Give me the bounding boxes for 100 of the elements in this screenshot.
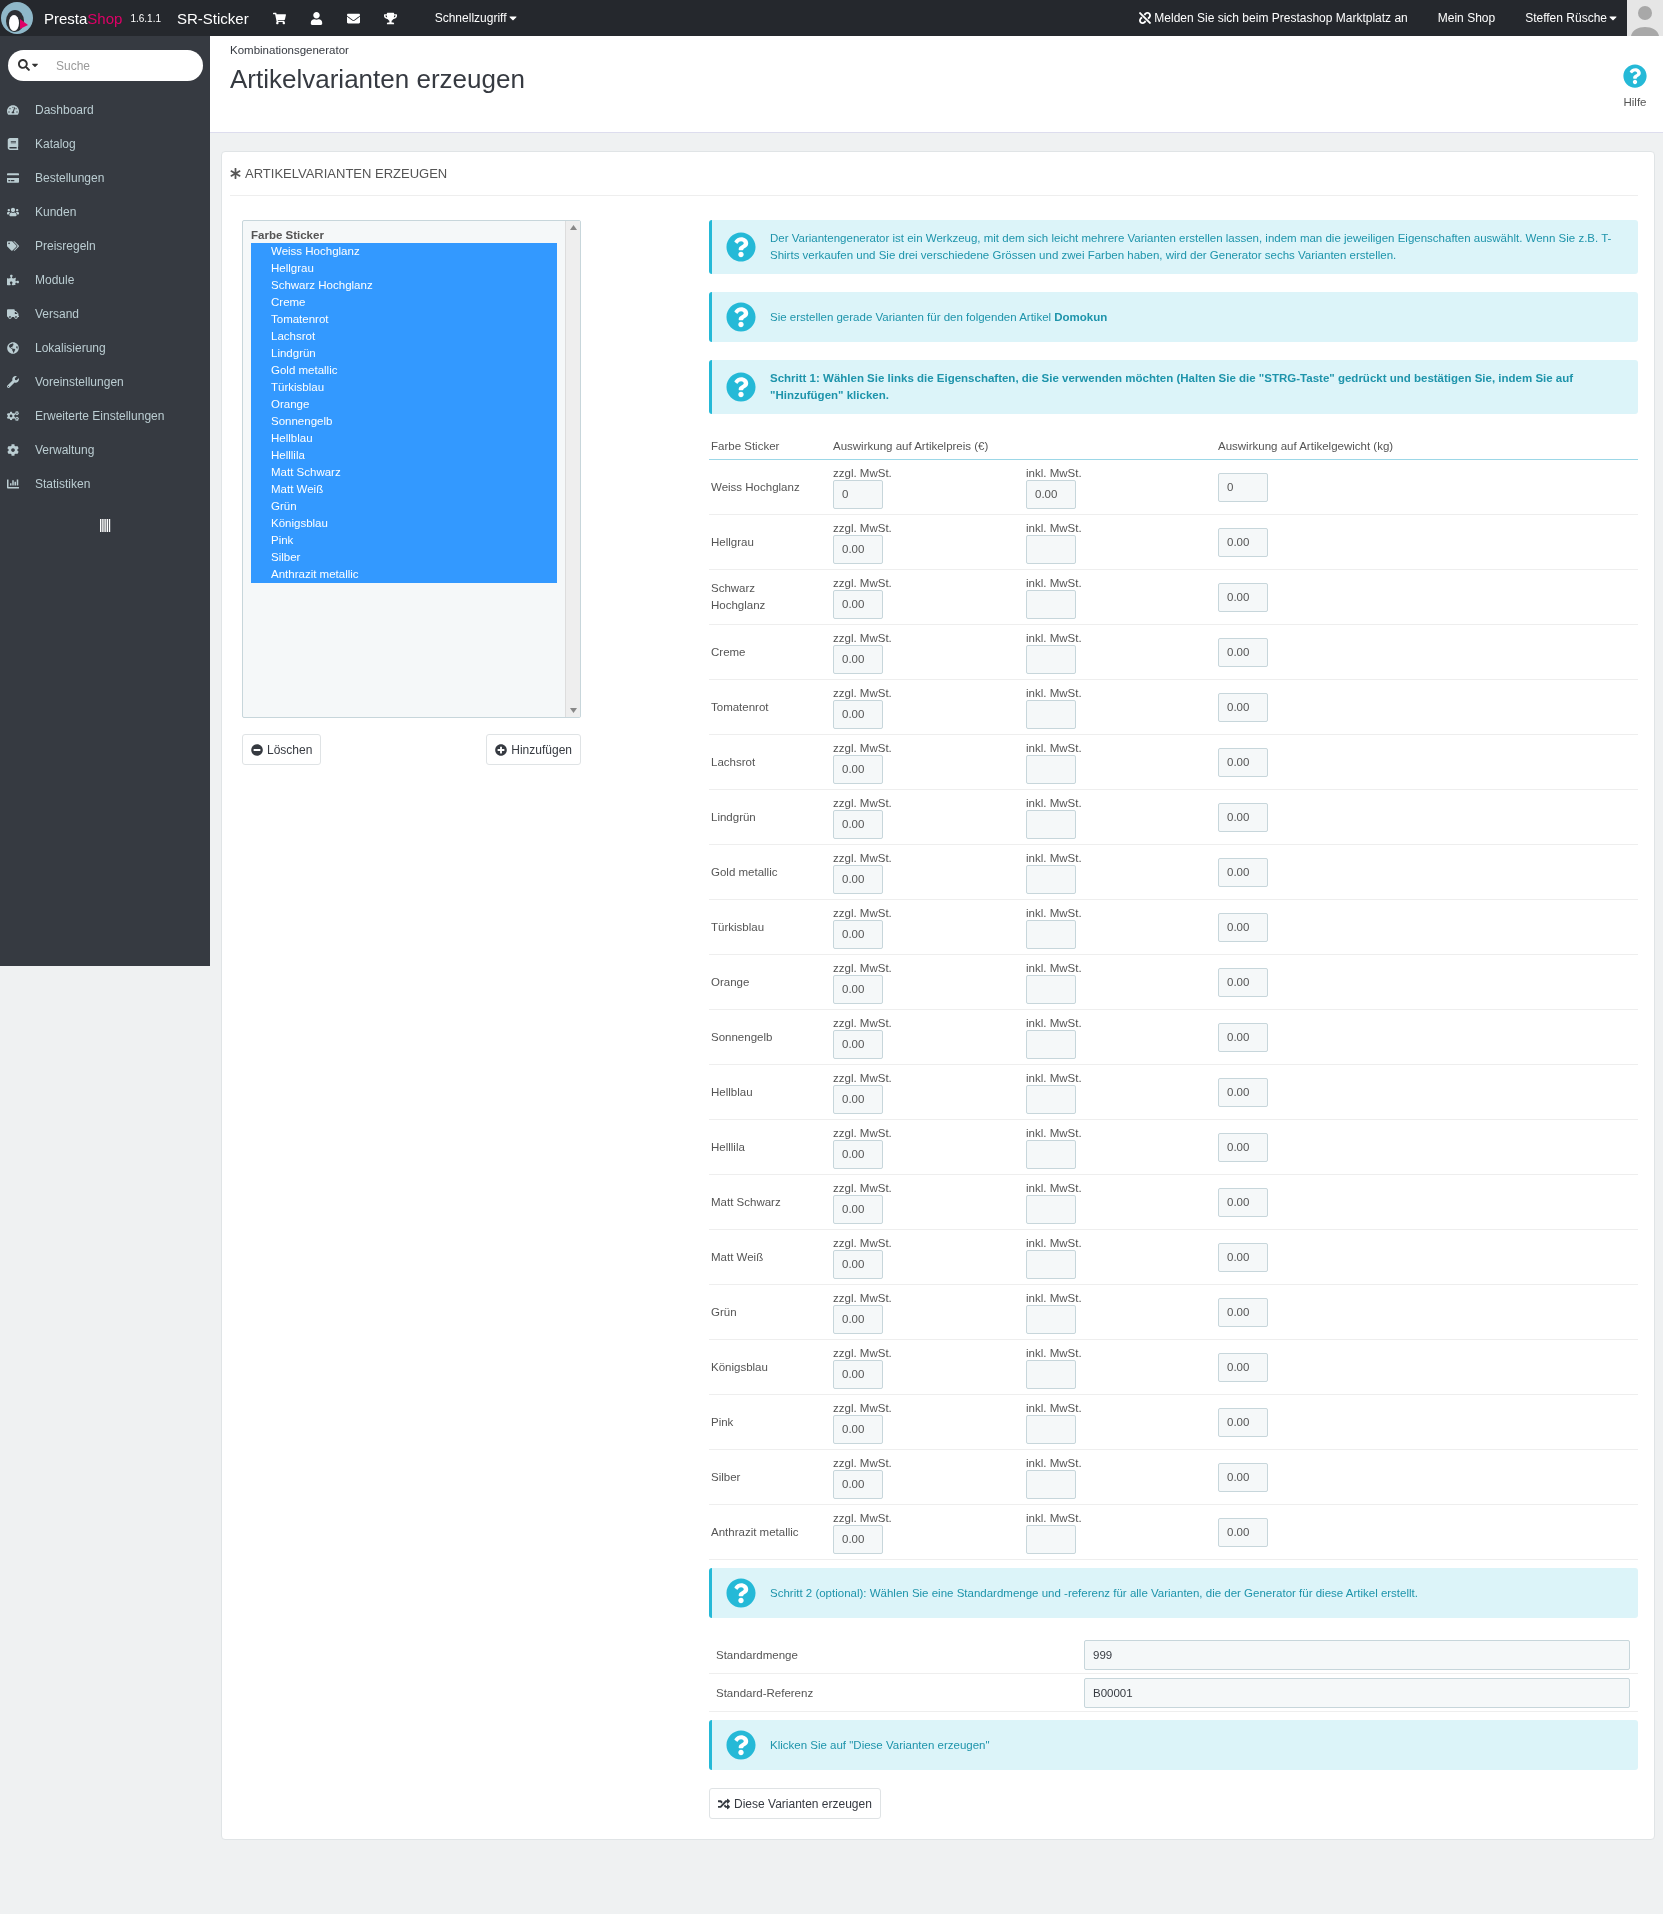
- user-icon[interactable]: [309, 11, 323, 25]
- sidebar-item[interactable]: Bestellungen: [0, 161, 210, 195]
- search-field[interactable]: Suche: [8, 50, 203, 81]
- logo-text[interactable]: PrestaShop: [44, 9, 123, 27]
- search-icon[interactable]: [18, 59, 30, 71]
- weight-input[interactable]: 0.00: [1218, 692, 1268, 722]
- weight-input[interactable]: 0.00: [1218, 1407, 1268, 1437]
- question-icon: [726, 1730, 756, 1760]
- breadcrumb[interactable]: Kombinationsgenerator: [230, 44, 525, 56]
- sidebar-item[interactable]: Katalog: [0, 127, 210, 161]
- price-incl-input[interactable]: [1026, 644, 1076, 674]
- sidebar-item[interactable]: Preisregeln: [0, 229, 210, 263]
- price-incl-input[interactable]: [1026, 864, 1076, 894]
- price-excl-input[interactable]: 0.00: [833, 534, 883, 564]
- price-excl-input[interactable]: 0.00: [833, 1359, 883, 1389]
- price-incl-input[interactable]: [1026, 919, 1076, 949]
- weight-input[interactable]: 0.00: [1218, 967, 1268, 997]
- weight-input[interactable]: 0.00: [1218, 637, 1268, 667]
- price-incl-input[interactable]: [1026, 1469, 1076, 1499]
- weight-input[interactable]: 0: [1218, 472, 1268, 502]
- help-icon[interactable]: [1623, 64, 1647, 88]
- price-excl-input[interactable]: 0.00: [833, 1249, 883, 1279]
- avatar-icon[interactable]: [1627, 0, 1663, 36]
- weight-input[interactable]: 0.00: [1218, 747, 1268, 777]
- marketplace-link[interactable]: Melden Sie sich beim Prestashop Marktplatz an: [1154, 11, 1408, 25]
- sidebar-item[interactable]: Erweiterte Einstellungen: [0, 399, 210, 433]
- weight-input[interactable]: 0.00: [1218, 1462, 1268, 1492]
- price-excl-input[interactable]: 0.00: [833, 864, 883, 894]
- price-incl-input[interactable]: [1026, 1524, 1076, 1554]
- scroll-up-icon[interactable]: [569, 225, 577, 230]
- price-incl-input[interactable]: [1026, 1194, 1076, 1224]
- generate-button[interactable]: Diese Varianten erzeugen: [709, 1788, 881, 1819]
- price-incl-input[interactable]: [1026, 1304, 1076, 1334]
- price-excl-input[interactable]: 0.00: [833, 974, 883, 1004]
- user-menu[interactable]: Steffen Rüsche: [1525, 11, 1619, 25]
- sidebar-item[interactable]: Kunden: [0, 195, 210, 229]
- envelope-icon[interactable]: [346, 11, 360, 25]
- sidebar-item[interactable]: Versand: [0, 297, 210, 331]
- price-excl-input[interactable]: 0.00: [833, 1084, 883, 1114]
- my-shop-link[interactable]: Mein Shop: [1437, 11, 1496, 25]
- collapse-icon[interactable]: [99, 519, 111, 532]
- weight-input[interactable]: 0.00: [1218, 912, 1268, 942]
- price-excl-input[interactable]: 0.00: [833, 754, 883, 784]
- sidebar-item[interactable]: Dashboard: [0, 93, 210, 127]
- delete-button[interactable]: Löschen: [242, 734, 322, 765]
- price-incl-input[interactable]: [1026, 1249, 1076, 1279]
- sidebar-item[interactable]: Voreinstellungen: [0, 365, 210, 399]
- trophy-icon[interactable]: [383, 11, 397, 25]
- price-excl-input[interactable]: 0.00: [833, 1414, 883, 1444]
- weight-input[interactable]: 0.00: [1218, 1022, 1268, 1052]
- price-excl-input[interactable]: 0.00: [833, 1194, 883, 1224]
- weight-input[interactable]: 0.00: [1218, 1297, 1268, 1327]
- price-incl-input[interactable]: [1026, 1084, 1076, 1114]
- price-excl-input[interactable]: 0.00: [833, 1524, 883, 1554]
- weight-input[interactable]: 0.00: [1218, 1517, 1268, 1547]
- weight-input[interactable]: 0.00: [1218, 582, 1268, 612]
- price-incl-input[interactable]: [1026, 809, 1076, 839]
- price-excl-input[interactable]: 0.00: [833, 809, 883, 839]
- price-excl-input[interactable]: 0.00: [833, 589, 883, 619]
- weight-input[interactable]: 0.00: [1218, 527, 1268, 557]
- price-excl-input[interactable]: 0.00: [833, 1029, 883, 1059]
- price-incl-input[interactable]: [1026, 974, 1076, 1004]
- attribute-list[interactable]: [242, 220, 581, 718]
- shop-name[interactable]: SR-Sticker: [177, 9, 249, 27]
- sidebar-item[interactable]: Lokalisierung: [0, 331, 210, 365]
- text-input[interactable]: 999: [1084, 1639, 1630, 1670]
- cart-icon[interactable]: [272, 11, 286, 25]
- weight-input[interactable]: 0.00: [1218, 1242, 1268, 1272]
- text-input[interactable]: B00001: [1084, 1677, 1630, 1708]
- scroll-down-icon[interactable]: [569, 708, 577, 713]
- sidebar-item[interactable]: Module: [0, 263, 210, 297]
- price-excl-input[interactable]: 0.00: [833, 1139, 883, 1169]
- price-excl-input[interactable]: 0.00: [833, 1304, 883, 1334]
- price-excl-input[interactable]: 0: [833, 479, 883, 509]
- weight-input[interactable]: 0.00: [1218, 1077, 1268, 1107]
- weight-input[interactable]: 0.00: [1218, 1187, 1268, 1217]
- price-incl-input[interactable]: [1026, 1029, 1076, 1059]
- sidebar-item[interactable]: Verwaltung: [0, 433, 210, 467]
- price-excl-input[interactable]: 0.00: [833, 644, 883, 674]
- quick-access-menu[interactable]: Schnellzugriff: [434, 11, 519, 25]
- price-excl-input[interactable]: 0.00: [833, 1469, 883, 1499]
- help-button[interactable]: Hilfe: [1623, 44, 1647, 132]
- weight-input[interactable]: 0.00: [1218, 1132, 1268, 1162]
- help-label[interactable]: Hilfe: [1623, 96, 1647, 108]
- price-incl-input[interactable]: [1026, 1359, 1076, 1389]
- price-incl-input[interactable]: [1026, 1139, 1076, 1169]
- price-incl-input[interactable]: [1026, 534, 1076, 564]
- add-button[interactable]: Hinzufügen: [486, 734, 581, 765]
- weight-input[interactable]: 0.00: [1218, 802, 1268, 832]
- price-incl-input[interactable]: [1026, 589, 1076, 619]
- sidebar-item[interactable]: Statistiken: [0, 467, 210, 501]
- scrollbar[interactable]: [565, 221, 580, 717]
- weight-input[interactable]: 0.00: [1218, 1352, 1268, 1382]
- price-excl-input[interactable]: 0.00: [833, 919, 883, 949]
- price-excl-input[interactable]: 0.00: [833, 699, 883, 729]
- price-incl-input[interactable]: [1026, 699, 1076, 729]
- price-incl-input[interactable]: [1026, 754, 1076, 784]
- weight-input[interactable]: 0.00: [1218, 857, 1268, 887]
- price-incl-input[interactable]: [1026, 1414, 1076, 1444]
- price-incl-input[interactable]: 0.00: [1026, 479, 1076, 509]
